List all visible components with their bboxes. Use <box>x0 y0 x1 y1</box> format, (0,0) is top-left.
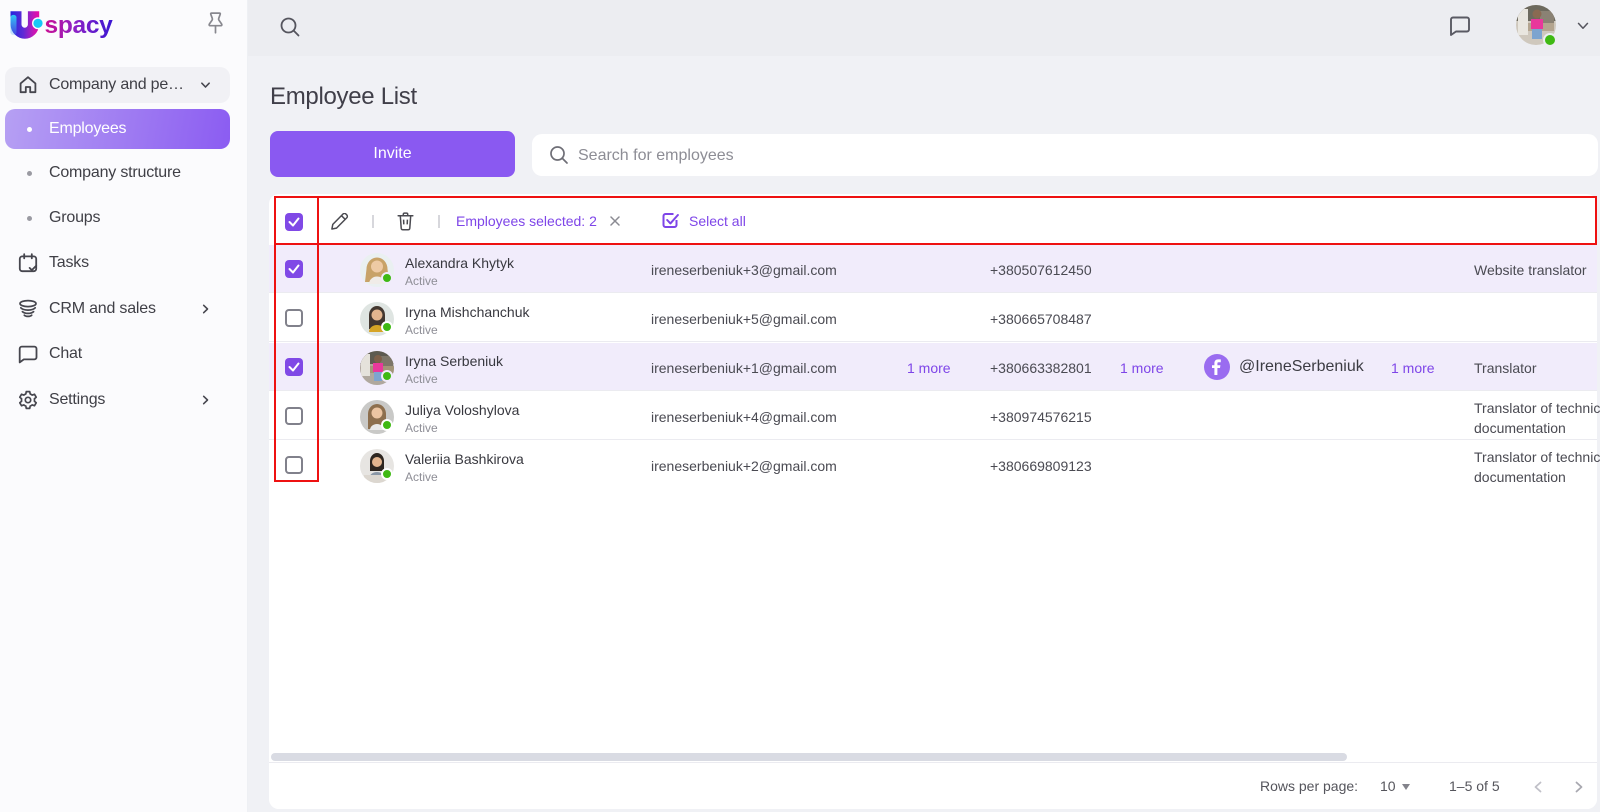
svg-text:spacy: spacy <box>45 12 114 39</box>
